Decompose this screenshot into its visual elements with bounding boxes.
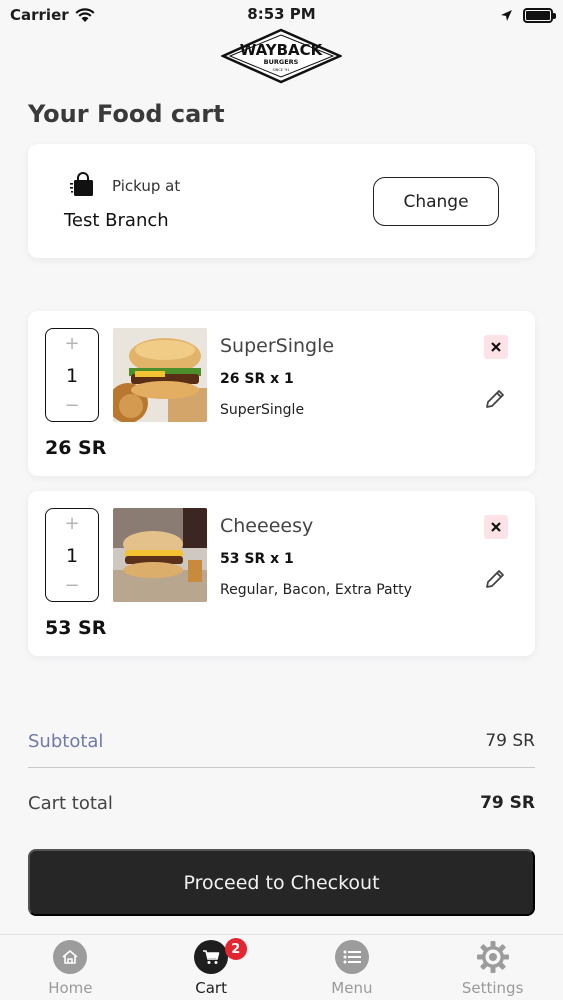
item-name: SuperSingle [220,335,335,357]
logo-subtitle-text: BURGERS [264,58,299,66]
tab-settings-label: Settings [461,979,524,997]
subtotal-value: 79 SR [485,731,535,751]
cart-total-value: 79 SR [480,793,535,813]
quantity-value: 1 [65,545,79,567]
branch-name: Test Branch [64,210,169,231]
tab-cart-label: Cart [195,979,227,997]
close-icon [491,522,501,532]
proceed-to-checkout-button[interactable]: Proceed to Checkout [28,849,535,916]
totals-divider [28,767,535,768]
pickup-card: Pickup at Test Branch Change [28,144,535,258]
cart-icon [194,940,229,974]
item-name: Cheeeesy [220,515,314,537]
tab-menu-label: Menu [331,979,373,997]
quantity-value: 1 [65,365,79,387]
status-time: 8:53 PM [247,5,316,23]
decrement-button[interactable]: − [46,577,98,595]
item-total-price: 53 SR [45,617,107,639]
cart-item: + 1 − 53 SR Cheeeesy 53 SR x 1 Regular, … [28,491,535,656]
quantity-stepper: + 1 − [45,328,99,422]
decrement-button[interactable]: − [46,397,98,415]
cart-item: + 1 − 26 SR SuperSingle 26 SR x 1 SuperS… [28,311,535,476]
pencil-icon[interactable] [483,567,507,591]
quantity-stepper: + 1 − [45,508,99,602]
cart-total-label: Cart total [28,792,113,814]
pickup-label: Pickup at [112,177,181,195]
home-icon [53,940,88,974]
increment-button[interactable]: + [46,335,98,353]
item-options: Regular, Bacon, Extra Patty [220,582,412,598]
tab-settings[interactable]: Settings [422,935,563,1000]
logo-brand-text: WAYBACK [240,41,324,59]
tab-cart[interactable]: 2 Cart [141,935,282,1000]
close-icon [491,342,501,352]
remove-item-button[interactable] [484,335,508,359]
tab-menu[interactable]: Menu [282,935,423,1000]
status-bar: Carrier 8:53 PM [0,0,563,30]
cart-total-row: Cart total 79 SR [28,790,535,816]
page-title: Your Food cart [28,100,225,128]
increment-button[interactable]: + [46,515,98,533]
remove-item-button[interactable] [484,515,508,539]
list-icon [334,940,369,974]
burger-photo [113,328,207,422]
subtotal-row: Subtotal 79 SR [28,728,535,754]
logo-tagline-text: SINCE '91 [272,68,289,72]
tab-home[interactable]: Home [0,935,141,1000]
battery-icon [523,7,556,23]
change-branch-button[interactable]: Change [373,177,499,226]
gear-icon [476,940,510,974]
subtotal-label: Subtotal [28,730,104,752]
pencil-icon[interactable] [483,387,507,411]
item-options: SuperSingle [220,402,305,418]
item-unit-price: 26 SR x 1 [220,371,294,387]
wayback-burgers-logo: WAYBACK BURGERS SINCE '91 [221,28,342,84]
shopping-bag-icon [70,172,93,196]
item-total-price: 26 SR [45,437,107,459]
bottom-tab-bar: Home 2 Cart Menu Settings [0,934,563,1000]
tab-home-label: Home [48,979,93,997]
cart-count-badge: 2 [224,938,247,960]
burger-photo [113,508,207,602]
item-unit-price: 53 SR x 1 [220,551,294,567]
